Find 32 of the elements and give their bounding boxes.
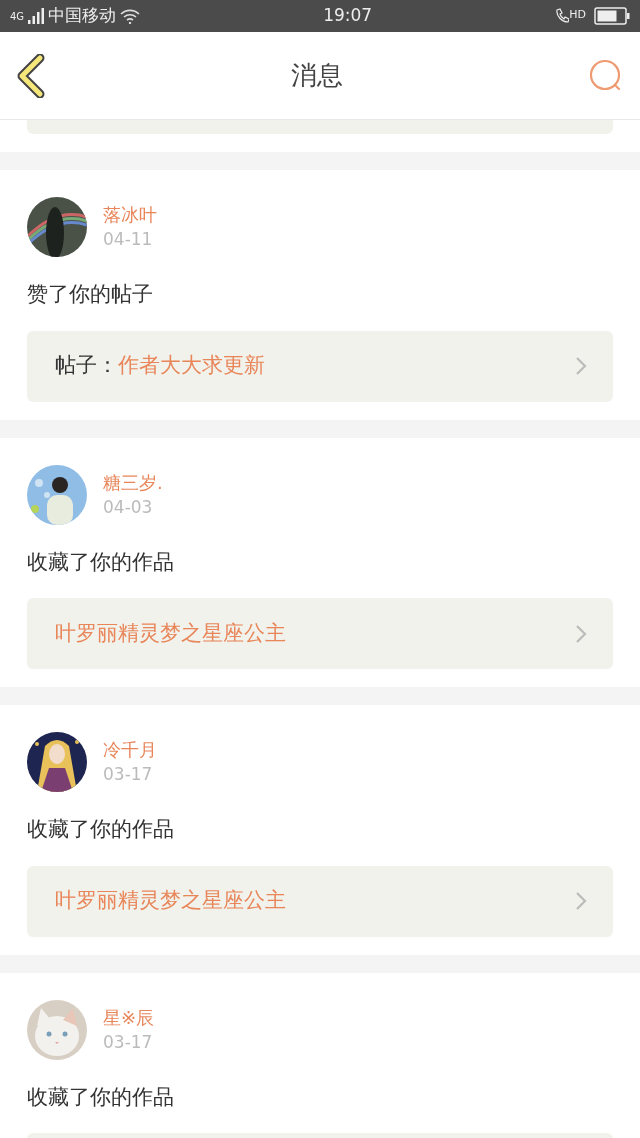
user-name[interactable]: 冷千月 <box>103 738 157 762</box>
chevron-icon <box>575 623 587 644</box>
message-text: 收藏了你的作品 <box>27 816 175 843</box>
wifi-icon <box>120 8 141 24</box>
message-date: 04-11 <box>103 228 154 251</box>
link-card[interactable]: 帖子：作者大大求更新 <box>27 330 613 402</box>
message-date: 03-17 <box>103 763 154 786</box>
link-title: 叶罗丽精灵梦之星座公主 <box>55 887 286 915</box>
signal-icon <box>28 8 45 24</box>
hd-label: HD <box>569 7 586 23</box>
user-name[interactable]: 落冰叶 <box>103 203 157 227</box>
chevron-icon <box>575 356 587 376</box>
user-name[interactable]: 星※辰 <box>103 1005 155 1030</box>
link-title: 作者大大求更新 <box>118 352 265 380</box>
page-title: 消息 <box>291 59 343 92</box>
battery-icon <box>594 7 630 25</box>
link-card[interactable]: 叶罗丽精灵梦之星座公主 <box>27 598 613 669</box>
status-time: 19:07 <box>323 4 373 28</box>
phone-icon <box>555 8 570 24</box>
message-date: 03-17 <box>103 1030 154 1054</box>
message-text: 收藏了你的作品 <box>27 548 175 576</box>
message-text: 赞了你的帖子 <box>27 281 154 308</box>
link-card[interactable]: 叶罗丽精灵梦之星座公主 <box>27 865 613 937</box>
back-icon[interactable] <box>16 53 46 98</box>
carrier-name: 中国移动 <box>48 4 117 28</box>
chevron-icon <box>575 891 587 911</box>
link-label: 帖子： <box>55 352 118 380</box>
network-label: 4G <box>10 9 25 24</box>
link-title: 叶罗丽精灵梦之星座公主 <box>55 619 286 647</box>
user-name[interactable]: 糖三岁. <box>103 470 163 495</box>
message-date: 04-03 <box>103 495 154 519</box>
message-text: 收藏了你的作品 <box>27 1083 175 1111</box>
